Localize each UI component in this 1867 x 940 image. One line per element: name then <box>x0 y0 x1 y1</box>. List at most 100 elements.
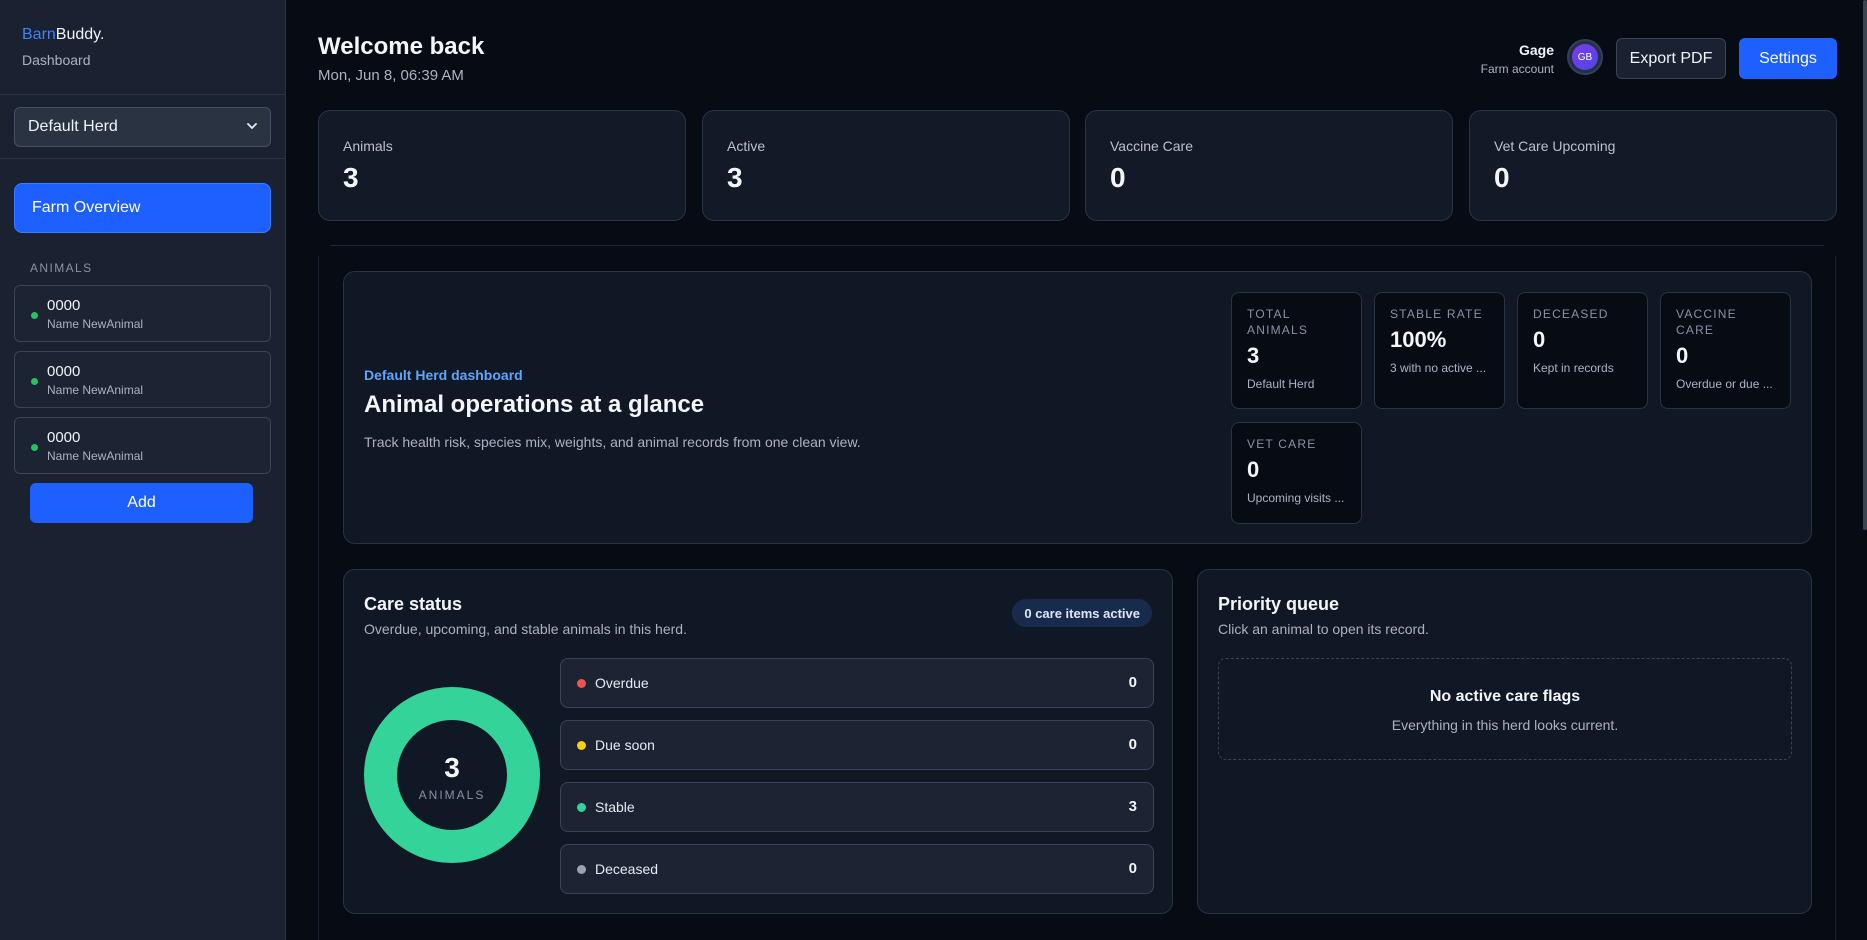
animal-list-item[interactable]: 0000 Name NewAnimal <box>14 285 271 342</box>
deceased-dot-icon <box>577 865 586 874</box>
animal-name: Name NewAnimal <box>47 317 144 331</box>
avatar[interactable]: GB <box>1567 39 1603 75</box>
due-soon-dot-icon <box>577 741 586 750</box>
metric-sub: Overdue or due ... <box>1676 377 1773 391</box>
status-label: Stable <box>595 799 635 815</box>
animals-section-label: ANIMALS <box>30 261 93 275</box>
metric-sub: Kept in records <box>1533 361 1614 375</box>
status-row-stable[interactable]: Stable 3 <box>560 782 1154 832</box>
page-title: Welcome back <box>318 33 485 60</box>
status-count: 3 <box>1128 798 1137 815</box>
stat-card-animals: Animals 3 <box>318 110 686 221</box>
stat-value: 0 <box>1494 162 1510 193</box>
stat-label: Vet Care Upcoming <box>1494 138 1616 154</box>
stat-card-active: Active 3 <box>702 110 1070 221</box>
status-row-deceased[interactable]: Deceased 0 <box>560 844 1154 894</box>
animal-id: 0000 <box>47 429 81 446</box>
status-count: 0 <box>1128 736 1137 753</box>
care-status-title: Care status <box>364 594 463 614</box>
stat-label: Active <box>727 138 766 154</box>
hero-title: Animal operations at a glance <box>364 391 705 418</box>
priority-queue-title: Priority queue <box>1218 594 1340 614</box>
status-label: Due soon <box>595 737 655 753</box>
care-status-panel: Care status Overdue, upcoming, and stabl… <box>343 569 1173 914</box>
avatar-initials: GB <box>1572 44 1598 70</box>
sidebar: BarnBuddy. Dashboard Default Herd Farm O… <box>0 0 286 940</box>
status-label: Overdue <box>595 675 649 691</box>
stat-value: 3 <box>343 162 359 193</box>
brand-name-rest: Buddy. <box>55 26 105 43</box>
stat-card-vaccine-care: Vaccine Care 0 <box>1085 110 1453 221</box>
stat-label: Vaccine Care <box>1110 138 1194 154</box>
animal-name: Name NewAnimal <box>47 449 144 463</box>
metric-sub: Upcoming visits ... <box>1247 491 1345 505</box>
animal-name: Name NewAnimal <box>47 383 144 397</box>
metric-value: 0 <box>1247 457 1260 482</box>
metric-label: STABLE RATE <box>1390 307 1483 321</box>
page-date: Mon, Jun 8, 06:39 AM <box>318 67 464 84</box>
metric-total-animals: TOTAL ANIMALS 3 Default Herd <box>1231 292 1362 409</box>
add-animal-button[interactable]: Add <box>30 483 253 523</box>
hero-description: Track health risk, species mix, weights,… <box>364 434 861 450</box>
herd-select-value: Default Herd <box>28 118 118 135</box>
status-row-due-soon[interactable]: Due soon 0 <box>560 720 1154 770</box>
metric-label: DECEASED <box>1533 307 1609 321</box>
animal-id: 0000 <box>47 297 81 314</box>
herd-select-wrap: Default Herd <box>0 95 285 159</box>
empty-state-subtitle: Everything in this herd looks current. <box>1391 717 1619 733</box>
metric-stable-rate: STABLE RATE 100% 3 with no active ... <box>1374 292 1505 409</box>
metric-sub: 3 with no active ... <box>1390 361 1487 375</box>
care-items-badge: 0 care items active <box>1012 599 1152 627</box>
stable-dot-icon <box>577 803 586 812</box>
status-dot-icon <box>31 312 38 319</box>
animal-list: 0000 Name NewAnimal 0000 Name NewAnimal … <box>14 285 271 474</box>
status-dot-icon <box>31 444 38 451</box>
stat-value: 0 <box>1110 162 1126 193</box>
chevron-down-icon <box>247 123 257 129</box>
animal-list-item[interactable]: 0000 Name NewAnimal <box>14 417 271 474</box>
herd-select[interactable]: Default Herd <box>14 107 271 147</box>
empty-state-title: No active care flags <box>1429 688 1581 705</box>
priority-queue-subtitle: Click an animal to open its record. <box>1218 621 1429 637</box>
empty-state: No active care flags Everything in this … <box>1218 658 1792 760</box>
divider <box>330 245 1824 246</box>
settings-button[interactable]: Settings <box>1739 38 1837 79</box>
animal-id: 0000 <box>47 363 81 380</box>
donut-label: ANIMALS <box>418 788 486 802</box>
page-scrollbar[interactable] <box>1863 0 1867 530</box>
metric-label: TOTAL ANIMALS <box>1247 307 1309 337</box>
export-pdf-button[interactable]: Export PDF <box>1616 38 1726 79</box>
metric-sub: Default Herd <box>1247 377 1315 391</box>
user-role: Farm account <box>1480 62 1554 76</box>
care-status-subtitle: Overdue, upcoming, and stable animals in… <box>364 621 687 637</box>
status-count: 0 <box>1128 674 1137 691</box>
status-row-overdue[interactable]: Overdue 0 <box>560 658 1154 708</box>
metric-value: 0 <box>1676 343 1689 368</box>
donut-total: 3 <box>444 752 460 783</box>
overdue-dot-icon <box>577 679 586 688</box>
priority-queue-panel: Priority queue Click an animal to open i… <box>1197 569 1812 914</box>
metric-value: 100% <box>1390 327 1447 352</box>
hero-tag: Default Herd dashboard <box>364 367 523 383</box>
status-count: 0 <box>1128 860 1137 877</box>
brand-subtitle: Dashboard <box>22 52 91 68</box>
farm-overview-button[interactable]: Farm Overview <box>14 183 271 233</box>
herd-overview-panel: Default Herd dashboard Animal operations… <box>343 271 1812 544</box>
brand-logo[interactable]: BarnBuddy. <box>22 26 263 44</box>
metric-label: VACCINE CARE <box>1676 307 1737 337</box>
stat-value: 3 <box>727 162 743 193</box>
metric-vet-care: VET CARE 0 Upcoming visits ... <box>1231 422 1362 524</box>
metric-label: VET CARE <box>1247 437 1317 451</box>
stat-label: Animals <box>343 138 393 154</box>
brand-name-accent: Barn <box>22 26 56 43</box>
stat-card-vet-care: Vet Care Upcoming 0 <box>1469 110 1837 221</box>
status-label: Deceased <box>595 861 659 877</box>
brand: BarnBuddy. Dashboard <box>0 0 285 95</box>
metric-value: 0 <box>1533 327 1546 352</box>
metric-value: 3 <box>1247 343 1260 368</box>
status-dot-icon <box>31 378 38 385</box>
metric-deceased: DECEASED 0 Kept in records <box>1517 292 1648 409</box>
user-info: Gage Farm account <box>1481 42 1554 76</box>
animal-list-item[interactable]: 0000 Name NewAnimal <box>14 351 271 408</box>
metric-vaccine-care: VACCINE CARE 0 Overdue or due ... <box>1660 292 1791 409</box>
